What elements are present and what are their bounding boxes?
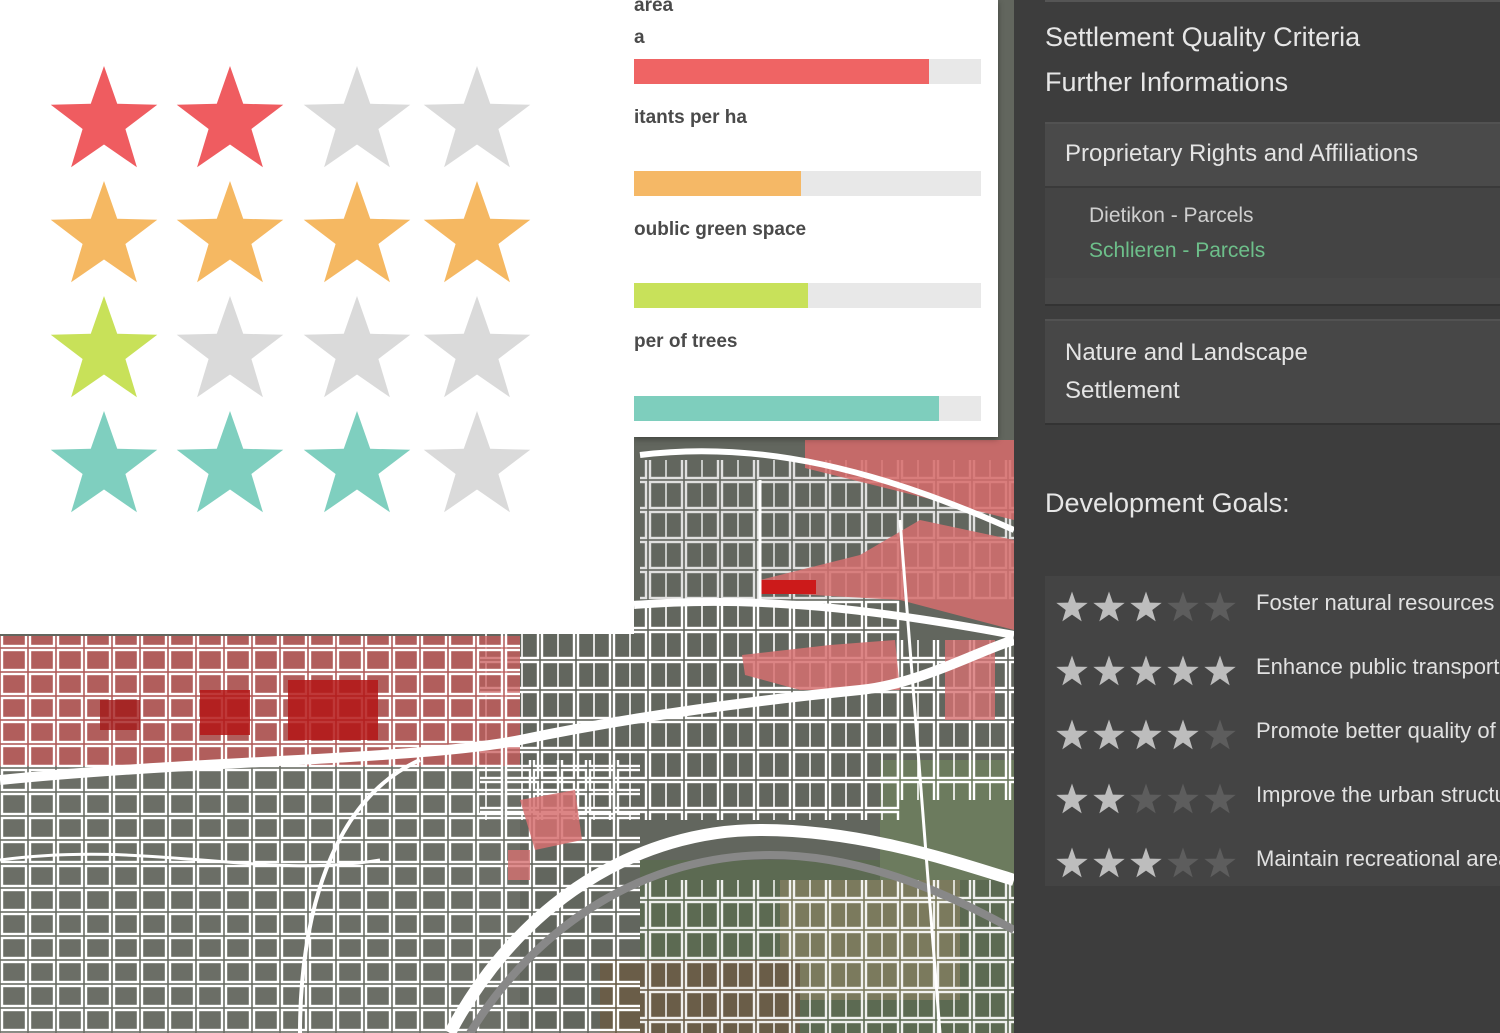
star-filled-icon <box>1056 591 1088 622</box>
goal-label: Enhance public transport <box>1256 654 1500 679</box>
star-filled-icon <box>1056 847 1088 878</box>
star-filled-icon <box>1167 655 1199 686</box>
star-empty-icon <box>1204 719 1236 750</box>
star-filled-icon <box>1130 719 1162 750</box>
goal-row[interactable]: Improve the urban structu <box>1045 774 1500 824</box>
star-filled-icon <box>1056 655 1088 686</box>
goal-label: Improve the urban structu <box>1256 782 1500 807</box>
star-filled-icon <box>1130 591 1162 622</box>
star-empty-icon <box>176 296 284 398</box>
goal-row[interactable]: Foster natural resources <box>1045 582 1500 632</box>
star-filled-icon <box>1130 847 1162 878</box>
star-filled-icon <box>1056 783 1088 814</box>
further-informations-heading[interactable]: Further Informations <box>1045 67 1288 98</box>
star-filled-icon <box>176 181 284 283</box>
star-filled-icon <box>50 411 158 513</box>
goal-label: Foster natural resources <box>1256 590 1495 615</box>
star-filled-icon <box>50 296 158 398</box>
side-panel: Settlement Quality Criteria Further Info… <box>1014 0 1500 1033</box>
dietikon-parcels-link[interactable]: Dietikon - Parcels <box>1089 204 1254 228</box>
star-empty-icon <box>1204 847 1236 878</box>
development-goals-list: Foster natural resources Enhance public … <box>1045 576 1500 886</box>
star-empty-icon <box>303 296 411 398</box>
star-empty-icon <box>1204 591 1236 622</box>
star-filled-icon <box>1093 783 1125 814</box>
star-filled-icon <box>1056 719 1088 750</box>
goal-label: Maintain recreational area <box>1256 846 1500 871</box>
bar-track-inhabitants <box>634 171 981 196</box>
settlement-title[interactable]: Settlement <box>1065 377 1180 405</box>
star-filled-icon <box>1204 655 1236 686</box>
criteria-bars-card: area a itants per ha oublic green space … <box>634 0 998 437</box>
goal-row[interactable]: Promote better quality of <box>1045 710 1500 760</box>
goal-row[interactable]: Maintain recreational area <box>1045 838 1500 888</box>
star-filled-icon <box>1167 719 1199 750</box>
star-empty-icon <box>423 411 531 513</box>
star-filled-icon <box>50 181 158 283</box>
bar-fill-inhabitants <box>634 171 801 196</box>
star-empty-icon <box>1167 783 1199 814</box>
star-filled-icon <box>303 411 411 513</box>
parcels-list: Dietikon - Parcels Schlieren - Parcels <box>1045 188 1500 278</box>
bar-fill-green-space <box>634 283 808 308</box>
goal-row[interactable]: Enhance public transport <box>1045 646 1500 696</box>
bar-label-area-line2: a <box>634 27 645 48</box>
bar-label-inhabitants: itants per ha <box>634 107 747 128</box>
proprietary-rights-section: Proprietary Rights and Affiliations Diet… <box>1045 122 1500 306</box>
star-filled-icon <box>176 411 284 513</box>
bar-label-area: area <box>634 0 674 16</box>
star-filled-icon <box>1093 655 1125 686</box>
nature-landscape-section[interactable]: Nature and Landscape Settlement <box>1045 319 1500 425</box>
star-empty-icon <box>1167 591 1199 622</box>
development-goals-heading: Development Goals: <box>1045 488 1290 518</box>
panel-divider <box>1045 0 1500 2</box>
settlement-criteria-heading[interactable]: Settlement Quality Criteria <box>1045 22 1360 53</box>
bar-track-trees <box>634 396 981 421</box>
schlieren-parcels-link[interactable]: Schlieren - Parcels <box>1089 239 1265 263</box>
star-empty-icon <box>1204 783 1236 814</box>
star-filled-icon <box>1093 719 1125 750</box>
star-empty-icon <box>423 66 531 168</box>
star-filled-icon <box>1093 591 1125 622</box>
star-filled-icon <box>176 66 284 168</box>
star-empty-icon <box>1167 847 1199 878</box>
nature-landscape-title[interactable]: Nature and Landscape <box>1065 339 1308 367</box>
proprietary-header[interactable]: Proprietary Rights and Affiliations <box>1045 124 1500 188</box>
star-filled-icon <box>423 181 531 283</box>
star-filled-icon <box>1130 655 1162 686</box>
bar-label-green-space: oublic green space <box>634 219 807 240</box>
star-filled-icon <box>50 66 158 168</box>
bar-track-area <box>634 59 981 84</box>
star-filled-icon <box>1093 847 1125 878</box>
proprietary-title[interactable]: Proprietary Rights and Affiliations <box>1065 140 1418 168</box>
bar-label-trees: per of trees <box>634 331 738 352</box>
star-empty-icon <box>1130 783 1162 814</box>
bar-fill-trees <box>634 396 940 421</box>
star-empty-icon <box>303 66 411 168</box>
star-filled-icon <box>303 181 411 283</box>
bar-fill-area <box>634 59 929 84</box>
goal-label: Promote better quality of <box>1256 718 1496 743</box>
star-empty-icon <box>423 296 531 398</box>
star-rating-legend <box>0 0 634 634</box>
bar-track-green-space <box>634 283 981 308</box>
